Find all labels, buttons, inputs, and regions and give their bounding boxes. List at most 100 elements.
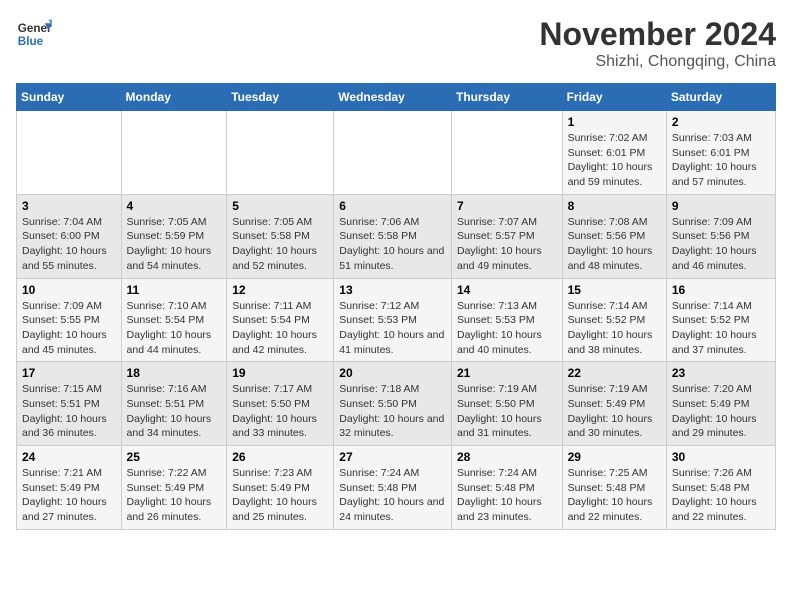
day-info: Sunrise: 7:10 AMSunset: 5:54 PMDaylight:…: [127, 299, 222, 358]
title-section: November 2024 Shizhi, Chongqing, China: [539, 16, 776, 71]
week-row-5: 24Sunrise: 7:21 AMSunset: 5:49 PMDayligh…: [17, 446, 776, 530]
day-info: Sunrise: 7:23 AMSunset: 5:49 PMDaylight:…: [232, 466, 328, 525]
day-number: 15: [568, 283, 661, 297]
svg-text:Blue: Blue: [18, 35, 44, 48]
day-number: 2: [672, 115, 770, 129]
day-info: Sunrise: 7:02 AMSunset: 6:01 PMDaylight:…: [568, 131, 661, 190]
day-info: Sunrise: 7:25 AMSunset: 5:48 PMDaylight:…: [568, 466, 661, 525]
header-row: SundayMondayTuesdayWednesdayThursdayFrid…: [17, 84, 776, 111]
day-info: Sunrise: 7:26 AMSunset: 5:48 PMDaylight:…: [672, 466, 770, 525]
weekday-header-thursday: Thursday: [451, 84, 562, 111]
calendar-cell: [17, 111, 122, 195]
day-number: 11: [127, 283, 222, 297]
day-info: Sunrise: 7:17 AMSunset: 5:50 PMDaylight:…: [232, 382, 328, 441]
day-number: 22: [568, 366, 661, 380]
calendar-cell: 4 Sunrise: 7:05 AMSunset: 5:59 PMDaylight…: [121, 194, 227, 278]
day-number: 21: [457, 366, 557, 380]
weekday-header-sunday: Sunday: [17, 84, 122, 111]
calendar-cell: 19 Sunrise: 7:17 AMSunset: 5:50 PMDayligh…: [227, 362, 334, 446]
day-number: 6: [339, 199, 446, 213]
calendar-cell: 28Sunrise: 7:24 AMSunset: 5:48 PMDayligh…: [451, 446, 562, 530]
logo: General Blue: [16, 16, 52, 52]
calendar-cell: 25Sunrise: 7:22 AMSunset: 5:49 PMDayligh…: [121, 446, 227, 530]
calendar-cell: 21 Sunrise: 7:19 AMSunset: 5:50 PMDayligh…: [451, 362, 562, 446]
calendar-cell: 26 Sunrise: 7:23 AMSunset: 5:49 PMDayligh…: [227, 446, 334, 530]
day-number: 1: [568, 115, 661, 129]
day-number: 24: [22, 450, 116, 464]
week-row-1: 1 Sunrise: 7:02 AMSunset: 6:01 PMDaylight…: [17, 111, 776, 195]
day-number: 16: [672, 283, 770, 297]
calendar-cell: 9 Sunrise: 7:09 AMSunset: 5:56 PMDaylight…: [666, 194, 775, 278]
calendar-cell: 6Sunrise: 7:06 AMSunset: 5:58 PMDaylight…: [334, 194, 452, 278]
day-info: Sunrise: 7:05 AMSunset: 5:58 PMDaylight:…: [232, 215, 328, 274]
calendar-cell: 17 Sunrise: 7:15 AMSunset: 5:51 PMDayligh…: [17, 362, 122, 446]
day-number: 20: [339, 366, 446, 380]
day-number: 17: [22, 366, 116, 380]
day-number: 8: [568, 199, 661, 213]
day-number: 5: [232, 199, 328, 213]
week-row-4: 17 Sunrise: 7:15 AMSunset: 5:51 PMDayligh…: [17, 362, 776, 446]
day-number: 27: [339, 450, 446, 464]
calendar-cell: 7Sunrise: 7:07 AMSunset: 5:57 PMDaylight…: [451, 194, 562, 278]
day-info: Sunrise: 7:07 AMSunset: 5:57 PMDaylight:…: [457, 215, 557, 274]
calendar-cell: 20 Sunrise: 7:18 AMSunset: 5:50 PMDayligh…: [334, 362, 452, 446]
day-info: Sunrise: 7:09 AMSunset: 5:55 PMDaylight:…: [22, 299, 116, 358]
logo-icon: General Blue: [16, 16, 52, 52]
calendar-cell: 14Sunrise: 7:13 AMSunset: 5:53 PMDayligh…: [451, 278, 562, 362]
day-info: Sunrise: 7:18 AMSunset: 5:50 PMDaylight:…: [339, 382, 446, 441]
week-row-2: 3 Sunrise: 7:04 AMSunset: 6:00 PMDaylight…: [17, 194, 776, 278]
day-number: 12: [232, 283, 328, 297]
day-info: Sunrise: 7:05 AMSunset: 5:59 PMDaylight:…: [127, 215, 222, 274]
day-number: 29: [568, 450, 661, 464]
calendar-cell: 27 Sunrise: 7:24 AMSunset: 5:48 PMDayligh…: [334, 446, 452, 530]
day-info: Sunrise: 7:24 AMSunset: 5:48 PMDaylight:…: [457, 466, 557, 525]
page-header: General Blue November 2024 Shizhi, Chong…: [16, 16, 776, 71]
calendar-cell: 29 Sunrise: 7:25 AMSunset: 5:48 PMDayligh…: [562, 446, 666, 530]
day-number: 14: [457, 283, 557, 297]
day-number: 18: [127, 366, 222, 380]
calendar-cell: 13Sunrise: 7:12 AMSunset: 5:53 PMDayligh…: [334, 278, 452, 362]
calendar-cell: [121, 111, 227, 195]
day-info: Sunrise: 7:11 AMSunset: 5:54 PMDaylight:…: [232, 299, 328, 358]
day-info: Sunrise: 7:19 AMSunset: 5:50 PMDaylight:…: [457, 382, 557, 441]
weekday-header-saturday: Saturday: [666, 84, 775, 111]
calendar-cell: 1 Sunrise: 7:02 AMSunset: 6:01 PMDaylight…: [562, 111, 666, 195]
calendar-cell: 16 Sunrise: 7:14 AMSunset: 5:52 PMDayligh…: [666, 278, 775, 362]
day-number: 3: [22, 199, 116, 213]
calendar-cell: 24Sunrise: 7:21 AMSunset: 5:49 PMDayligh…: [17, 446, 122, 530]
calendar-cell: 30 Sunrise: 7:26 AMSunset: 5:48 PMDayligh…: [666, 446, 775, 530]
day-number: 30: [672, 450, 770, 464]
day-number: 10: [22, 283, 116, 297]
calendar-cell: [227, 111, 334, 195]
day-info: Sunrise: 7:14 AMSunset: 5:52 PMDaylight:…: [568, 299, 661, 358]
week-row-3: 10 Sunrise: 7:09 AMSunset: 5:55 PMDayligh…: [17, 278, 776, 362]
calendar-cell: 12 Sunrise: 7:11 AMSunset: 5:54 PMDayligh…: [227, 278, 334, 362]
day-info: Sunrise: 7:15 AMSunset: 5:51 PMDaylight:…: [22, 382, 116, 441]
calendar-table: SundayMondayTuesdayWednesdayThursdayFrid…: [16, 83, 776, 530]
day-number: 19: [232, 366, 328, 380]
weekday-header-monday: Monday: [121, 84, 227, 111]
calendar-cell: 5 Sunrise: 7:05 AMSunset: 5:58 PMDaylight…: [227, 194, 334, 278]
calendar-cell: 11 Sunrise: 7:10 AMSunset: 5:54 PMDayligh…: [121, 278, 227, 362]
day-number: 13: [339, 283, 446, 297]
day-info: Sunrise: 7:14 AMSunset: 5:52 PMDaylight:…: [672, 299, 770, 358]
calendar-cell: 15 Sunrise: 7:14 AMSunset: 5:52 PMDayligh…: [562, 278, 666, 362]
day-info: Sunrise: 7:09 AMSunset: 5:56 PMDaylight:…: [672, 215, 770, 274]
calendar-cell: 2 Sunrise: 7:03 AMSunset: 6:01 PMDaylight…: [666, 111, 775, 195]
day-info: Sunrise: 7:24 AMSunset: 5:48 PMDaylight:…: [339, 466, 446, 525]
day-info: Sunrise: 7:08 AMSunset: 5:56 PMDaylight:…: [568, 215, 661, 274]
day-number: 4: [127, 199, 222, 213]
calendar-cell: 18Sunrise: 7:16 AMSunset: 5:51 PMDayligh…: [121, 362, 227, 446]
month-title: November 2024: [539, 16, 776, 53]
day-number: 9: [672, 199, 770, 213]
calendar-cell: 8 Sunrise: 7:08 AMSunset: 5:56 PMDaylight…: [562, 194, 666, 278]
day-number: 26: [232, 450, 328, 464]
location-title: Shizhi, Chongqing, China: [539, 53, 776, 71]
weekday-header-tuesday: Tuesday: [227, 84, 334, 111]
day-info: Sunrise: 7:03 AMSunset: 6:01 PMDaylight:…: [672, 131, 770, 190]
calendar-cell: 23Sunrise: 7:20 AMSunset: 5:49 PMDayligh…: [666, 362, 775, 446]
calendar-cell: [451, 111, 562, 195]
weekday-header-wednesday: Wednesday: [334, 84, 452, 111]
day-info: Sunrise: 7:04 AMSunset: 6:00 PMDaylight:…: [22, 215, 116, 274]
day-info: Sunrise: 7:19 AMSunset: 5:49 PMDaylight:…: [568, 382, 661, 441]
